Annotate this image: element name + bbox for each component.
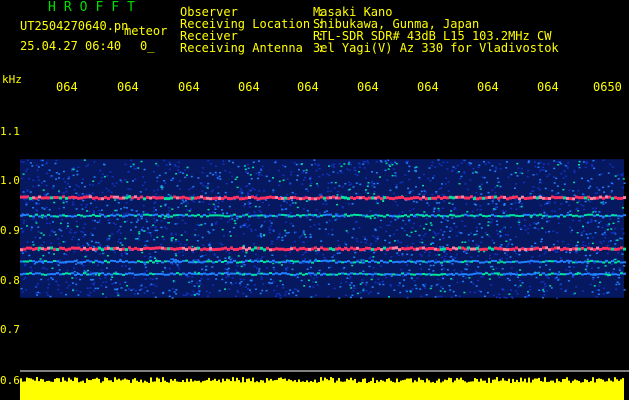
freq-tick-label: 0.9 xyxy=(0,224,20,237)
time-tick-label: 064 xyxy=(56,80,78,94)
time-tick-label: 064 xyxy=(178,80,200,94)
time-tick-label: 0650 xyxy=(593,80,622,94)
time-tick-label: 064 xyxy=(417,80,439,94)
time-tick-label: 064 xyxy=(297,80,319,94)
noise-band xyxy=(20,159,626,299)
file-name: UT2504270640.pn xyxy=(20,19,129,33)
app-title: HROFFT xyxy=(48,0,143,15)
freq-tick-label: 1.1 xyxy=(0,125,20,138)
freq-tick-label: 0.8 xyxy=(0,274,20,287)
time-tick-label: 064 xyxy=(238,80,260,94)
freq-unit-label: kHz xyxy=(2,73,22,86)
freq-tick-label: 0.6 xyxy=(0,374,20,387)
freq-tick-label: 0.7 xyxy=(0,323,20,336)
spectrogram-display xyxy=(0,0,629,400)
event-counter: 0_ xyxy=(140,39,155,53)
datetime: 25.04.27 06:40 xyxy=(20,39,122,53)
meteor-tag: meteor xyxy=(124,24,168,38)
info-values: Masaki Kano Shibukawa, Gunma, Japan RTL-… xyxy=(313,5,559,55)
time-tick-label: 064 xyxy=(537,80,559,94)
power-bar xyxy=(20,377,624,400)
time-tick-label: 064 xyxy=(477,80,499,94)
freq-tick-label: 1.0 xyxy=(0,174,20,187)
time-tick-label: 064 xyxy=(117,80,139,94)
time-tick-label: 064 xyxy=(357,80,379,94)
info-labels: Observer : Receiving Location : Receiver… xyxy=(180,5,325,55)
